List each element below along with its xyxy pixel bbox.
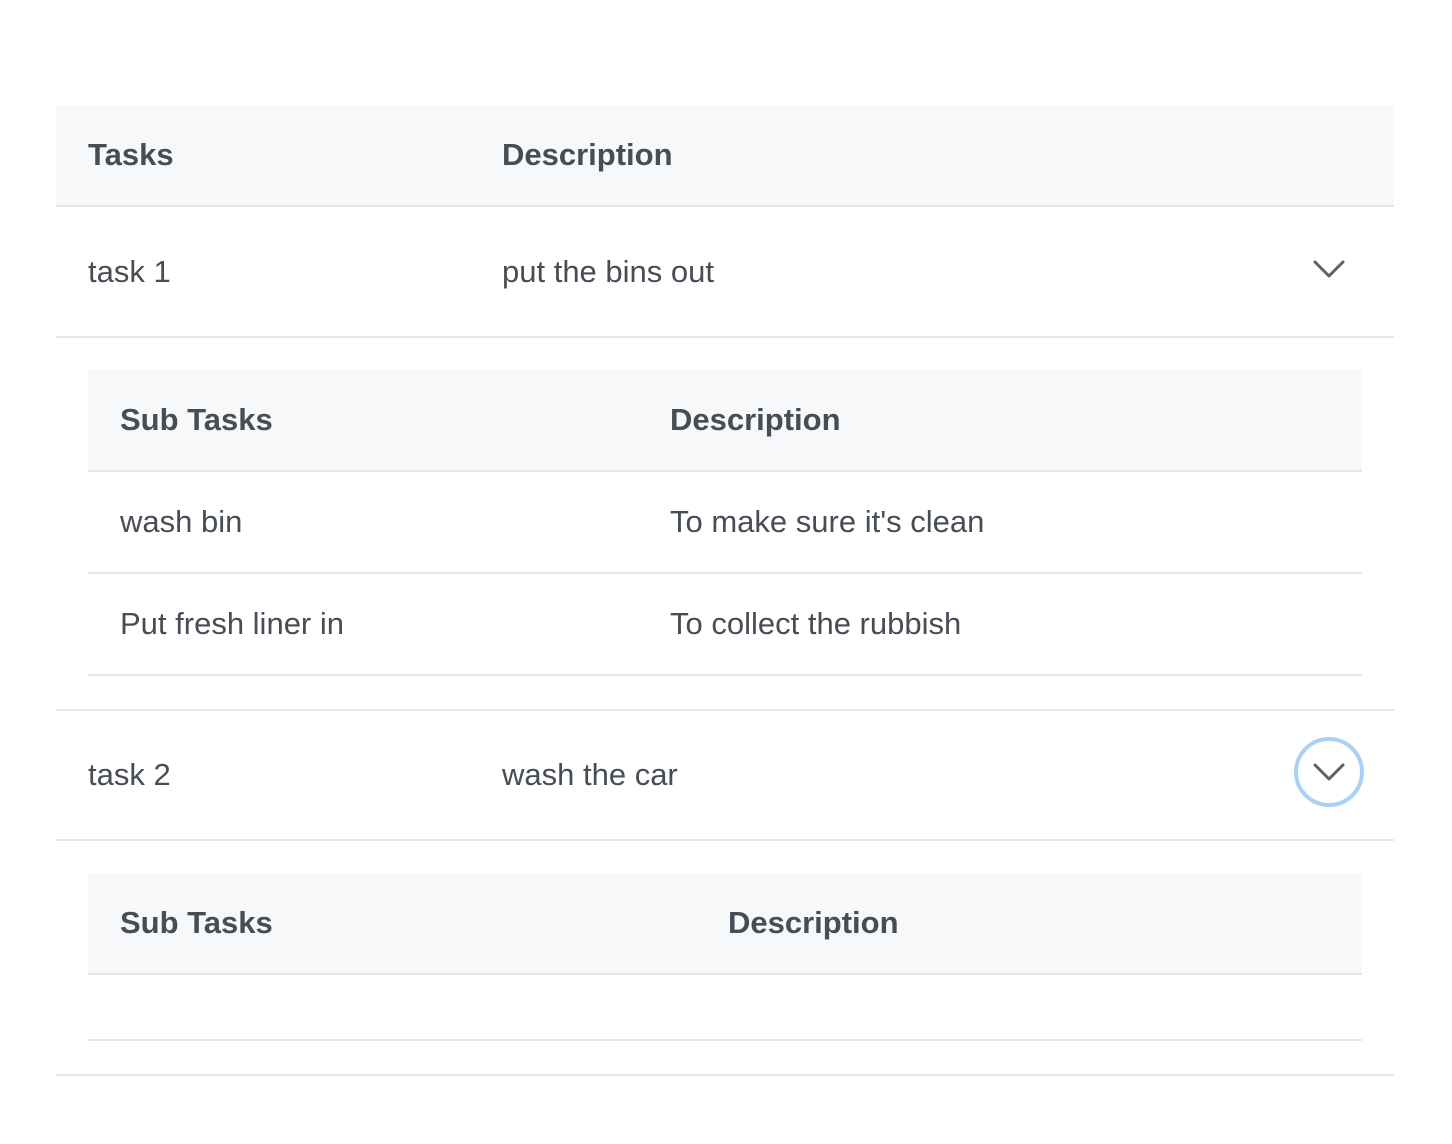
task-name: task 1: [88, 253, 171, 289]
chevron-down-icon: [1313, 260, 1345, 277]
subtask-row: Put fresh liner in To collect the rubbis…: [88, 574, 1362, 676]
empty-subtasks-row: [88, 975, 1362, 1041]
subtask-row: wash bin To make sure it's clean: [88, 472, 1362, 574]
chevron-down-icon: [1313, 763, 1345, 781]
task-description: put the bins out: [502, 253, 714, 289]
tasks-table: Tasks Description task 1 put the bins ou…: [56, 105, 1394, 1076]
table-row-task-2[interactable]: task 2 wash the car: [56, 711, 1394, 841]
tasks-column-header: Tasks: [88, 137, 174, 172]
table-row-task-1[interactable]: task 1 put the bins out: [56, 207, 1394, 338]
expand-toggle-button[interactable]: [1294, 234, 1364, 304]
task-name: task 2: [88, 757, 171, 792]
subtasks-table: Sub Tasks Description wash bin To make s…: [88, 370, 1362, 676]
subtask-description: To collect the rubbish: [670, 606, 962, 641]
description-column-header: Description: [502, 137, 673, 172]
subtasks-table-header: Sub Tasks Description: [88, 873, 1362, 975]
subtask-description: To make sure it's clean: [670, 504, 985, 539]
tasks-table-header: Tasks Description: [56, 105, 1394, 207]
subtask-name: Put fresh liner in: [120, 606, 344, 641]
subtasks-column-header: Sub Tasks: [120, 402, 273, 437]
subtask-name: wash bin: [120, 504, 243, 539]
subtask-description-column-header: Description: [728, 905, 899, 940]
subtasks-column-header: Sub Tasks: [120, 905, 273, 940]
expanded-row-task-1: Sub Tasks Description wash bin To make s…: [56, 338, 1394, 711]
expanded-row-task-2: Sub Tasks Description: [56, 841, 1394, 1076]
expand-toggle-button[interactable]: [1294, 737, 1364, 807]
subtasks-table: Sub Tasks Description: [88, 873, 1362, 1041]
subtask-description-column-header: Description: [670, 402, 841, 437]
task-description: wash the car: [502, 757, 678, 792]
subtasks-table-header: Sub Tasks Description: [88, 370, 1362, 472]
